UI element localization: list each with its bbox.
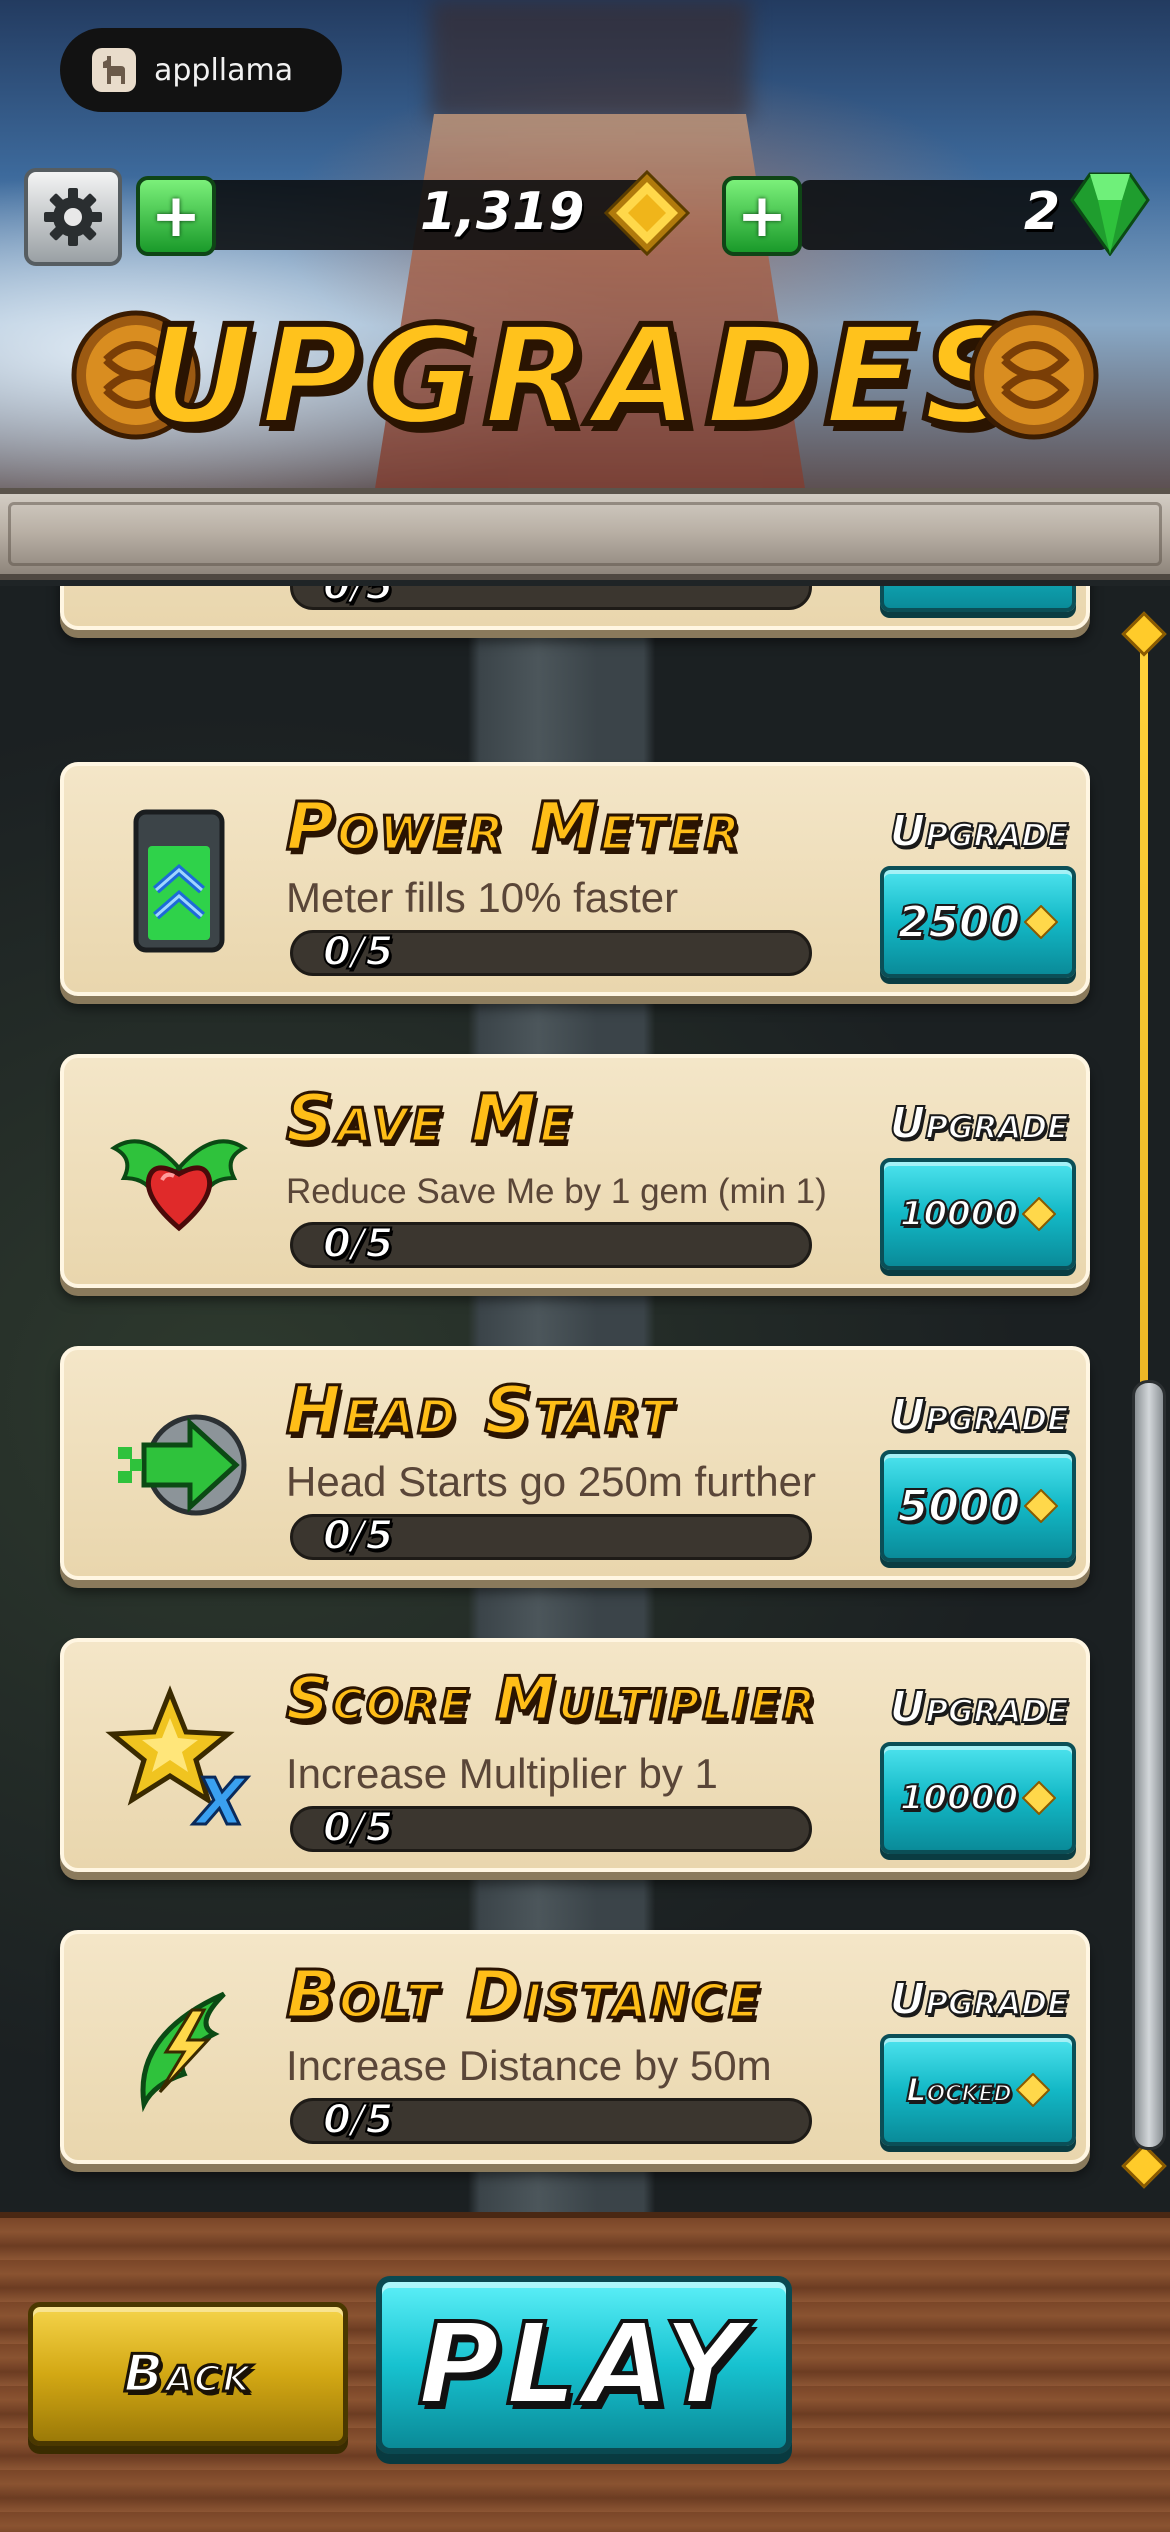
progress-bar: 0/5	[290, 928, 812, 976]
play-label: PLAY	[416, 2298, 751, 2432]
play-button[interactable]: PLAY	[376, 2276, 792, 2454]
progress-label: 0/5	[322, 1220, 394, 1268]
upgrade-title: Score Multiplier	[285, 1663, 818, 1736]
progress-label: 0/5	[322, 1804, 394, 1852]
upgrade-label: Upgrade	[889, 1389, 1070, 1442]
upgrade-list[interactable]: 0/5 2500 Power Meter Meter fills 10% fas…	[0, 586, 1170, 2214]
upgrade-price-button[interactable]: 10000	[880, 1742, 1076, 1854]
upgrade-label: Upgrade	[889, 1973, 1070, 2026]
upgrade-description: Meter fills 10% faster	[286, 874, 679, 921]
scrollbar-thumb[interactable]	[1132, 1380, 1166, 2150]
coin-diamond-icon	[604, 170, 690, 256]
progress-bar: 0/5	[290, 2096, 812, 2144]
upgrade-label: Upgrade	[889, 1097, 1070, 1150]
progress-label: 0/5	[322, 1512, 394, 1560]
temple-silhouette-top	[430, 0, 750, 120]
winged-heart-icon	[104, 1088, 254, 1258]
price-label: 10000	[899, 1777, 1019, 1819]
lightning-wing-icon	[104, 1964, 254, 2134]
appllama-badge[interactable]: appllama	[60, 28, 342, 112]
plus-icon: +	[150, 181, 202, 251]
gem-count: 2	[1023, 182, 1060, 242]
upgrade-card-save-me: Save Me Reduce Save Me by 1 gem (min 1) …	[60, 1054, 1090, 1288]
brand-label: appllama	[154, 52, 294, 88]
upgrade-description: Increase Multiplier by 1	[286, 1750, 718, 1797]
upgrade-price-button[interactable]: 5000	[880, 1450, 1076, 1562]
upgrade-card-power-meter: Power Meter Meter fills 10% faster 0/5 U…	[60, 762, 1090, 996]
gear-icon	[44, 188, 102, 246]
green-gem-icon	[1070, 172, 1150, 256]
svg-text:X: X	[192, 1766, 248, 1832]
stone-divider	[0, 488, 1170, 580]
progress-bar: 0/5	[290, 586, 812, 610]
upgrade-price-button[interactable]: 2500	[880, 586, 1076, 612]
upgrade-title: Save Me	[284, 1079, 575, 1159]
upgrade-locked-button[interactable]: Locked	[880, 2034, 1076, 2146]
upgrade-icon	[104, 586, 254, 600]
llama-icon	[92, 48, 136, 92]
coin-diamond-icon	[1024, 905, 1059, 939]
upgrade-title: Power Meter	[284, 787, 743, 867]
buy-gems-button[interactable]: +	[722, 176, 802, 256]
progress-label: 0/5	[322, 2096, 394, 2144]
star-multiplier-icon: X	[104, 1672, 254, 1842]
coin-diamond-icon	[1015, 2073, 1050, 2107]
upgrade-price-button[interactable]: 10000	[880, 1158, 1076, 1270]
back-button[interactable]: Back	[28, 2302, 348, 2446]
upgrade-title: Bolt Distance	[285, 1955, 763, 2035]
upgrade-card: 0/5 2500	[60, 586, 1090, 630]
upgrade-card-head-start: Head Start Head Starts go 250m further 0…	[60, 1346, 1090, 1580]
back-label: Back	[122, 2343, 253, 2406]
progress-bar: 0/5	[290, 1220, 812, 1268]
price-label: 2500	[897, 896, 1021, 949]
progress-label: 0/5	[322, 586, 394, 610]
progress-label: 0/5	[322, 928, 394, 976]
upgrade-title: Head Start	[284, 1371, 676, 1451]
upgrade-label: Upgrade	[889, 805, 1070, 858]
upgrade-description: Increase Distance by 50m	[286, 2042, 772, 2089]
upgrade-card-bolt-distance: Bolt Distance Increase Distance by 50m 0…	[60, 1930, 1090, 2164]
progress-bar: 0/5	[290, 1512, 812, 1560]
price-label: Locked	[905, 2070, 1013, 2110]
power-meter-icon	[104, 796, 254, 966]
price-label: 5000	[897, 1480, 1021, 1533]
gem-bar	[800, 180, 1110, 250]
buy-coins-button[interactable]: +	[136, 176, 216, 256]
upgrade-description: Reduce Save Me by 1 gem (min 1)	[286, 1172, 827, 1211]
plus-icon: +	[736, 181, 788, 251]
price-label: 10000	[899, 1193, 1019, 1235]
upgrade-label: Upgrade	[889, 1681, 1070, 1734]
coin-diamond-icon	[1022, 1781, 1057, 1815]
arrow-head-start-icon	[104, 1380, 254, 1550]
coin-count: 1,319	[420, 182, 585, 242]
medal-right-icon	[969, 310, 1099, 440]
upgrade-price-button[interactable]: 2500	[880, 866, 1076, 978]
coin-diamond-icon	[1022, 1197, 1057, 1231]
settings-button[interactable]	[24, 168, 122, 266]
upgrade-description: Head Starts go 250m further	[286, 1458, 816, 1505]
upgrade-card-score-multiplier: X Score Multiplier Increase Multiplier b…	[60, 1638, 1090, 1872]
coin-diamond-icon	[1024, 1489, 1059, 1523]
progress-bar: 0/5	[290, 1804, 812, 1852]
